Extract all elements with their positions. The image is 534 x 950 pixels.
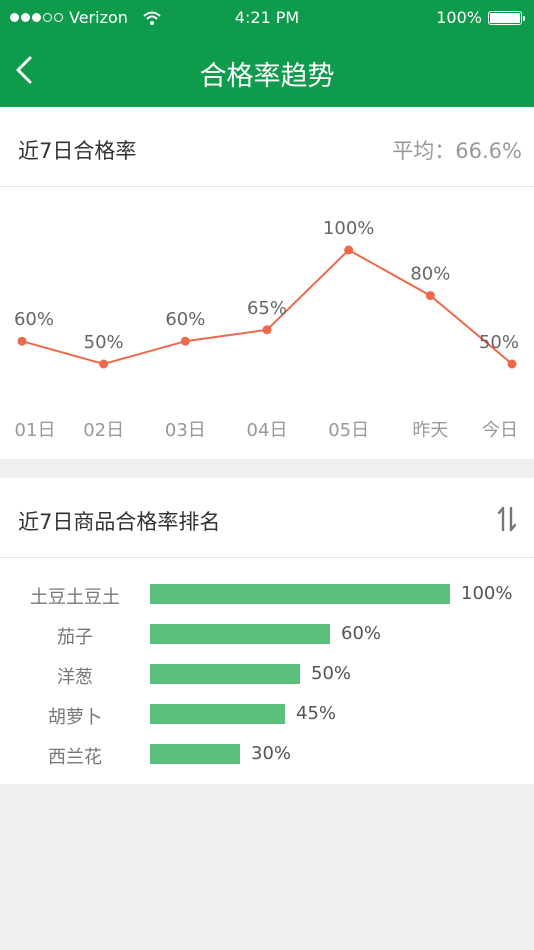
trend-header: 近7日合格率 平均：66.6% bbox=[0, 107, 534, 187]
x-tick-label: 05日 bbox=[328, 420, 369, 441]
nav-bar: 合格率趋势 bbox=[0, 36, 534, 107]
pass-rate-bar bbox=[150, 704, 285, 724]
trend-title: 近7日合格率 bbox=[18, 139, 137, 163]
ranking-row: 茄子 60% bbox=[0, 622, 534, 648]
data-point bbox=[507, 359, 517, 369]
ranking-row: 西兰花 30% bbox=[0, 742, 534, 768]
data-point bbox=[17, 336, 27, 346]
pass-rate-bar bbox=[150, 664, 300, 684]
product-name: 胡萝卜 bbox=[48, 707, 102, 728]
battery-percent: 100% bbox=[436, 8, 482, 27]
pass-rate-bar bbox=[150, 744, 240, 764]
pass-rate-label: 45% bbox=[296, 703, 337, 724]
section-divider bbox=[0, 459, 534, 478]
data-point bbox=[344, 245, 354, 255]
average-rate: 平均：66.6% bbox=[392, 139, 522, 163]
data-point bbox=[262, 325, 272, 335]
ranking-row: 胡萝卜 45% bbox=[0, 702, 534, 728]
trend-line-chart: 60% 01日 50% 02日 60% 03日 65% 04日 100% 05日 80% 昨天 50% 今… bbox=[14, 218, 519, 441]
ranking-header: 近7日商品合格率排名 bbox=[0, 478, 534, 558]
pass-rate-label: 30% bbox=[251, 743, 292, 764]
product-name: 西兰花 bbox=[48, 747, 102, 768]
trend-card: 近7日合格率 平均：66.6% 60% 01日 50% 02日 60% 03日 65% 04日… bbox=[0, 107, 534, 459]
sort-icon[interactable] bbox=[496, 504, 518, 534]
product-name: 土豆土豆土 bbox=[30, 587, 120, 608]
status-bar: Verizon 4:21 PM 100% bbox=[0, 0, 534, 36]
x-tick-label: 03日 bbox=[165, 420, 206, 441]
data-point bbox=[99, 359, 109, 369]
ranking-card: 近7日商品合格率排名 土豆土豆土 100% 茄子 60% 洋葱 50% 胡萝卜 45% 西兰花 3… bbox=[0, 478, 534, 784]
data-label: 50% bbox=[479, 332, 519, 353]
ranking-title: 近7日商品合格率排名 bbox=[18, 510, 221, 534]
pass-rate-bar bbox=[150, 584, 450, 604]
x-tick-label: 01日 bbox=[15, 420, 56, 441]
ranking-row: 土豆土豆土 100% bbox=[0, 582, 534, 608]
battery-icon bbox=[488, 10, 525, 25]
x-tick-label: 昨天 bbox=[412, 420, 448, 441]
data-point bbox=[180, 336, 190, 346]
product-name: 洋葱 bbox=[57, 667, 93, 688]
data-label: 50% bbox=[84, 332, 124, 353]
data-label: 80% bbox=[410, 264, 450, 285]
pass-rate-label: 50% bbox=[311, 663, 352, 684]
ranking-row: 洋葱 50% bbox=[0, 662, 534, 688]
product-name: 茄子 bbox=[57, 627, 93, 648]
data-label: 60% bbox=[14, 309, 54, 330]
pass-rate-label: 100% bbox=[461, 583, 513, 604]
data-label: 100% bbox=[323, 218, 374, 239]
data-label: 60% bbox=[165, 309, 205, 330]
x-tick-label: 02日 bbox=[83, 420, 124, 441]
battery-area: 100% bbox=[436, 8, 525, 27]
page-title: 合格率趋势 bbox=[199, 61, 335, 92]
x-tick-label: 04日 bbox=[247, 420, 288, 441]
x-tick-label: 今日 bbox=[482, 420, 518, 441]
pass-rate-label: 60% bbox=[341, 623, 382, 644]
pass-rate-bar bbox=[150, 624, 330, 644]
data-label: 65% bbox=[247, 298, 287, 319]
data-point bbox=[425, 291, 435, 301]
